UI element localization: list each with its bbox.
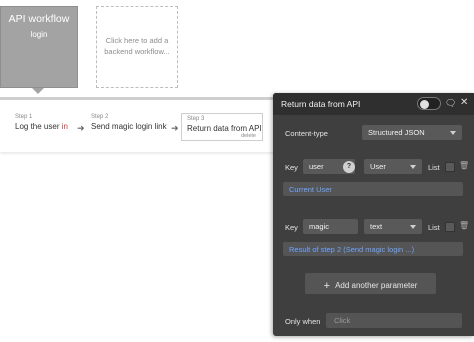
step-3-delete-link[interactable]: delete	[241, 133, 256, 139]
plus-icon: +	[323, 280, 331, 292]
add-backend-workflow-card[interactable]: Click here to add a backend workflow...	[96, 6, 178, 88]
param-1-value[interactable]: Current User	[283, 182, 463, 196]
add-card-line-2: backend workflow...	[104, 47, 170, 56]
toggle-knob	[420, 99, 429, 109]
help-icon[interactable]: ?	[343, 161, 355, 173]
content-type-label: Content-type	[285, 129, 328, 138]
param-2-type-dropdown[interactable]: text	[364, 219, 422, 234]
workflow-subtitle: login	[30, 30, 48, 39]
panel-header: Return data from API 🗨 ✕	[273, 93, 474, 115]
param-1-key-label: Key	[285, 163, 298, 172]
step-1-number: Step 1	[15, 114, 33, 120]
step-3-number: Step 3	[187, 116, 205, 122]
step-3-name: Return data from API	[187, 124, 262, 133]
step-1[interactable]: Step 1 Log the user in	[15, 114, 68, 131]
step-1-name-highlight: in	[61, 122, 68, 131]
comment-icon[interactable]: 🗨	[445, 98, 456, 109]
trash-icon[interactable]: 🗑	[459, 221, 469, 230]
param-2-key-input[interactable]: magic	[303, 219, 358, 234]
add-card-line-1: Click here to add a	[105, 36, 169, 45]
param-1-list-checkbox[interactable]	[445, 162, 455, 172]
api-workflow-card[interactable]: API workflow login	[0, 6, 78, 88]
param-2-value[interactable]: Result of step 2 (Send magic login ...)	[283, 242, 463, 256]
add-parameter-label: Add another parameter	[335, 281, 418, 290]
add-another-parameter-button[interactable]: + Add another parameter	[305, 273, 436, 294]
only-when-condition-input[interactable]: Click	[326, 313, 462, 328]
trash-icon[interactable]: 🗑	[459, 161, 469, 170]
param-2-list-label: List	[428, 223, 440, 232]
step-3[interactable]: Step 3 Return data from API delete	[181, 113, 263, 141]
workflow-selected-caret	[32, 88, 44, 94]
step-2-number: Step 2	[91, 114, 109, 120]
toggle-icon[interactable]	[417, 97, 441, 110]
workflow-title: API workflow	[8, 13, 70, 25]
arrow-right-icon: ➜	[77, 123, 85, 133]
only-when-label: Only when	[285, 317, 321, 326]
property-editor-panel: Return data from API 🗨 ✕ Content-type St…	[273, 93, 474, 336]
content-type-dropdown[interactable]: Structured JSON	[362, 125, 462, 140]
param-2-key-label: Key	[285, 223, 298, 232]
param-2-list-checkbox[interactable]	[445, 222, 455, 232]
param-1-type-dropdown[interactable]: User	[364, 159, 422, 174]
step-1-name-text: Log the user	[15, 122, 62, 131]
step-1-name: Log the user in	[15, 122, 68, 131]
step-2-name: Send magic login link	[91, 122, 167, 131]
arrow-right-icon: ➜	[171, 123, 179, 133]
close-icon[interactable]: ✕	[460, 97, 468, 108]
panel-title: Return data from API	[281, 99, 361, 109]
workflow-steps-bar: Step 1 Log the user in ➜ Step 2 Send mag…	[0, 97, 290, 152]
step-2[interactable]: Step 2 Send magic login link	[91, 114, 167, 131]
param-1-list-label: List	[428, 163, 440, 172]
